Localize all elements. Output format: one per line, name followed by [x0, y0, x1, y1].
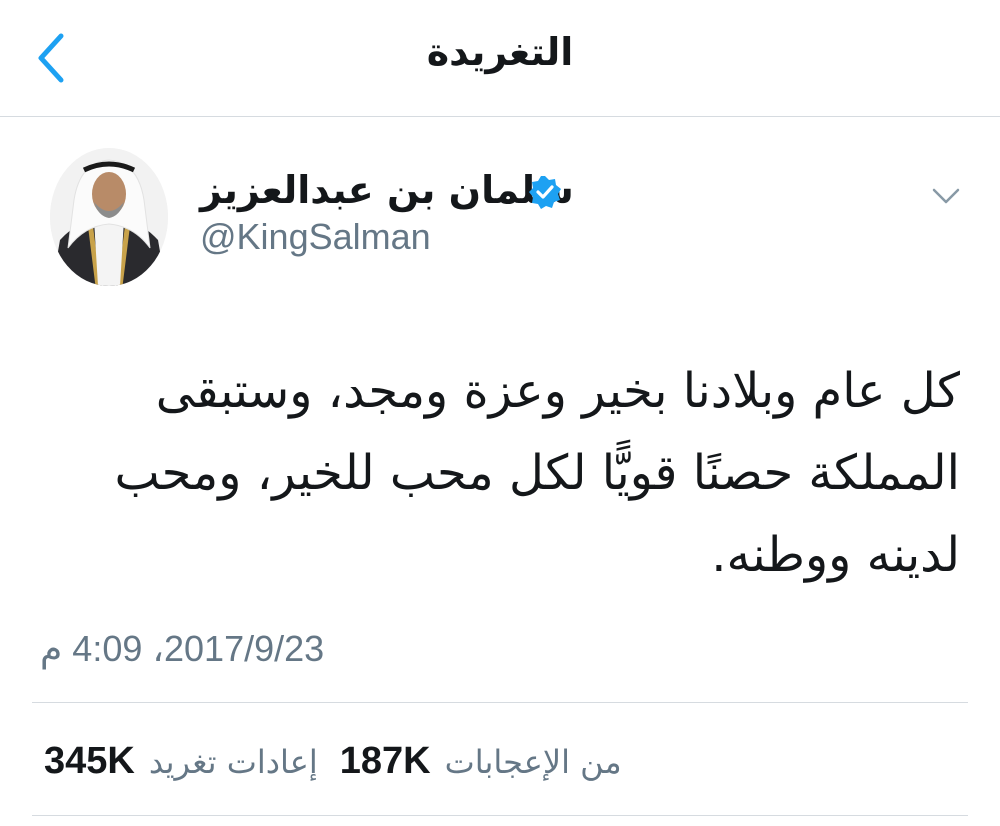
tweet-menu-button[interactable] — [926, 178, 966, 214]
author-name[interactable]: سلمان بن عبدالعزيز — [200, 168, 574, 212]
likes-count: 187K — [339, 739, 431, 782]
likes-label: من الإعجابات — [444, 742, 622, 781]
tweet-detail-screen: التغريدة سلمان بن عبدالعزيز @KingSalman … — [0, 0, 1000, 826]
retweets-label: إعادات تغريد — [148, 742, 318, 781]
tweet-text: كل عام وبلادنا بخير وعزة ومجد، وستبقى ال… — [114, 363, 960, 583]
divider — [32, 815, 968, 816]
author-handle[interactable]: @KingSalman — [200, 216, 431, 258]
retweets-stat[interactable]: 345K إعادات تغريد — [44, 740, 318, 783]
chevron-down-icon — [932, 188, 960, 204]
nav-header: التغريدة — [0, 0, 1000, 117]
avatar-image — [50, 148, 168, 286]
verified-badge-icon — [529, 176, 561, 209]
page-title: التغريدة — [426, 30, 574, 74]
divider — [32, 702, 968, 703]
likes-stat[interactable]: 187K من الإعجابات — [340, 740, 622, 783]
avatar[interactable] — [50, 148, 168, 286]
retweets-count: 345K — [44, 739, 135, 782]
tweet-stats: 345K إعادات تغريد 187K من الإعجابات — [44, 736, 622, 786]
tweet-timestamp: 2017/9/23، 4:09 م — [40, 628, 325, 669]
